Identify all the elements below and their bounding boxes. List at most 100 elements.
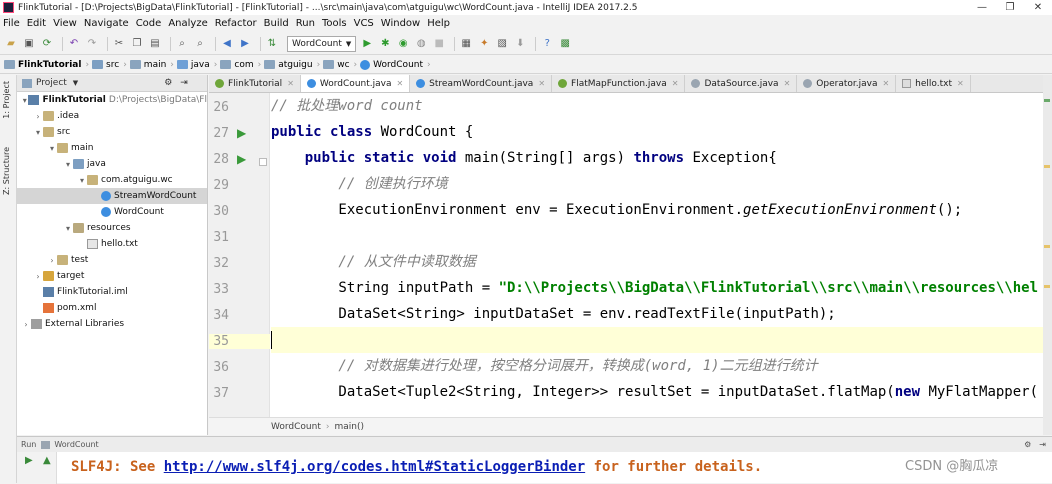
breadcrumb-item[interactable]: main › [129,60,174,70]
editor-breadcrumb-method[interactable]: main() [334,422,364,432]
tree-item-main[interactable]: ▾ main [17,140,207,156]
tab-streamwordcount[interactable]: StreamWordCount.java ✕ [410,75,553,92]
error-stripe[interactable] [1043,75,1052,435]
close-icon[interactable]: ✕ [396,79,403,88]
editor-breadcrumb-class[interactable]: WordCount [271,422,321,432]
replace-icon[interactable]: ⌕ [193,37,207,51]
tree-item-java[interactable]: ▾ java [17,156,207,172]
tree-item-src[interactable]: ▾ src [17,124,207,140]
close-icon[interactable]: ✕ [287,79,294,88]
tree-item-idea[interactable]: › .idea [17,108,207,124]
close-icon[interactable]: ✕ [882,79,889,88]
chevron-right-icon[interactable]: › [21,320,31,329]
menu-refactor[interactable]: Refactor [215,18,257,29]
run-gutter-icon[interactable]: ▶ [237,126,246,140]
find-icon[interactable]: ⌕ [175,37,189,51]
chevron-right-icon[interactable]: › [33,272,43,281]
cut-icon[interactable]: ✂ [112,37,126,51]
tab-wordcount[interactable]: WordCount.java ✕ [300,75,411,92]
tree-item-hello-txt[interactable]: hello.txt [17,236,207,252]
rerun-icon[interactable]: ▶ [25,455,33,466]
run-config-select[interactable]: WordCount ▼ [287,35,357,52]
chevron-down-icon[interactable]: ▾ [63,160,73,169]
up-arrow-icon[interactable]: ▲ [43,455,51,466]
breadcrumb-item[interactable]: WordCount › [360,59,431,70]
menu-run[interactable]: Run [296,18,315,29]
sdk-icon[interactable]: ▧ [495,37,509,51]
settings-icon[interactable]: ✦ [477,37,491,51]
tab-flinktutorial[interactable]: FlinkTutorial ✕ [209,75,301,92]
project-structure-icon[interactable]: ▦ [459,37,473,51]
redo-icon[interactable]: ↷ [85,37,99,51]
close-icon[interactable]: ✕ [957,79,964,88]
menu-window[interactable]: Window [381,18,420,29]
menu-view[interactable]: View [53,18,77,29]
open-folder-icon[interactable]: ▰ [4,37,18,51]
chevron-down-icon[interactable]: ▾ [63,224,73,233]
structure-tool-tab[interactable]: Z: Structure [2,147,11,195]
close-icon[interactable]: ✕ [784,79,791,88]
chevron-down-icon[interactable]: ▾ [47,144,57,153]
menu-tools[interactable]: Tools [322,18,347,29]
menu-navigate[interactable]: Navigate [84,18,129,29]
forward-icon[interactable]: ▶ [238,37,252,51]
hide-icon[interactable]: ⇥ [180,78,188,88]
breadcrumb-item[interactable]: wc › [323,60,357,70]
menu-vcs[interactable]: VCS [354,18,374,29]
project-tool-tab[interactable]: 1: Project [2,81,11,119]
code-area[interactable]: // 批处理word count public class WordCount … [271,93,1043,417]
chevron-right-icon[interactable]: › [33,112,43,121]
coverage-icon[interactable]: ◉ [396,37,410,51]
chevron-down-icon[interactable]: ▾ [77,176,87,185]
tree-item-test[interactable]: › test [17,252,207,268]
tab-hello-txt[interactable]: hello.txt ✕ [896,75,971,92]
menu-file[interactable]: File [3,18,20,29]
warning-marker[interactable] [1044,245,1050,248]
breadcrumb-item[interactable]: atguigu › [264,60,320,70]
sync-icon[interactable]: ⟳ [40,37,54,51]
tree-item-target[interactable]: › target [17,268,207,284]
fold-icon[interactable] [259,158,267,166]
breadcrumb-item[interactable]: FlinkTutorial › [4,60,89,70]
menu-analyze[interactable]: Analyze [168,18,207,29]
chevron-down-icon[interactable]: ▾ [33,128,43,137]
undo-icon[interactable]: ↶ [67,37,81,51]
save-icon[interactable]: ▣ [22,37,36,51]
run-icon[interactable]: ▶ [360,37,374,51]
menu-help[interactable]: Help [427,18,450,29]
tree-item-root[interactable]: ▾ FlinkTutorial D:\Projects\BigData\Fl [17,92,207,108]
console-link[interactable]: http://www.slf4j.org/codes.html#StaticLo… [164,459,585,475]
gear-icon[interactable]: ⚙ [1024,440,1031,449]
maximize-button[interactable]: ❐ [996,2,1024,13]
tree-item-streamwordcount[interactable]: StreamWordCount [17,188,207,204]
tree-item-wordcount[interactable]: WordCount [17,204,207,220]
breadcrumb-item[interactable]: com › [220,60,261,70]
chevron-down-icon[interactable]: ▼ [73,79,78,87]
tree-item-resources[interactable]: ▾ resources [17,220,207,236]
breadcrumb-item[interactable]: src › [92,60,127,70]
chevron-down-icon[interactable]: ▾ [21,96,28,105]
tree-item-external-libraries[interactable]: › External Libraries [17,316,207,332]
breadcrumb-item[interactable]: java › [176,60,217,70]
hide-icon[interactable]: ⇥ [1039,440,1046,449]
copy-icon[interactable]: ❐ [130,37,144,51]
menu-edit[interactable]: Edit [27,18,46,29]
help-icon[interactable]: ? [540,37,554,51]
tree-item-pom[interactable]: pom.xml [17,300,207,316]
menu-build[interactable]: Build [264,18,289,29]
profile-icon[interactable]: ◍ [414,37,428,51]
stop-icon[interactable]: ■ [432,37,446,51]
close-icon[interactable]: ✕ [538,79,545,88]
warning-marker[interactable] [1044,165,1050,168]
debug-icon[interactable]: ✱ [378,37,392,51]
tab-operator[interactable]: Operator.java ✕ [797,75,897,92]
tab-flatmapfunction[interactable]: FlatMapFunction.java ✕ [552,75,686,92]
menu-code[interactable]: Code [136,18,162,29]
warning-marker[interactable] [1044,285,1050,288]
paste-icon[interactable]: ▤ [148,37,162,51]
tree-item-package[interactable]: ▾ com.atguigu.wc [17,172,207,188]
vcs-icon[interactable]: ⬇ [513,37,527,51]
run-config-name[interactable]: WordCount [54,440,98,449]
gear-icon[interactable]: ⚙ [164,78,172,88]
tab-datasource[interactable]: DataSource.java ✕ [685,75,798,92]
